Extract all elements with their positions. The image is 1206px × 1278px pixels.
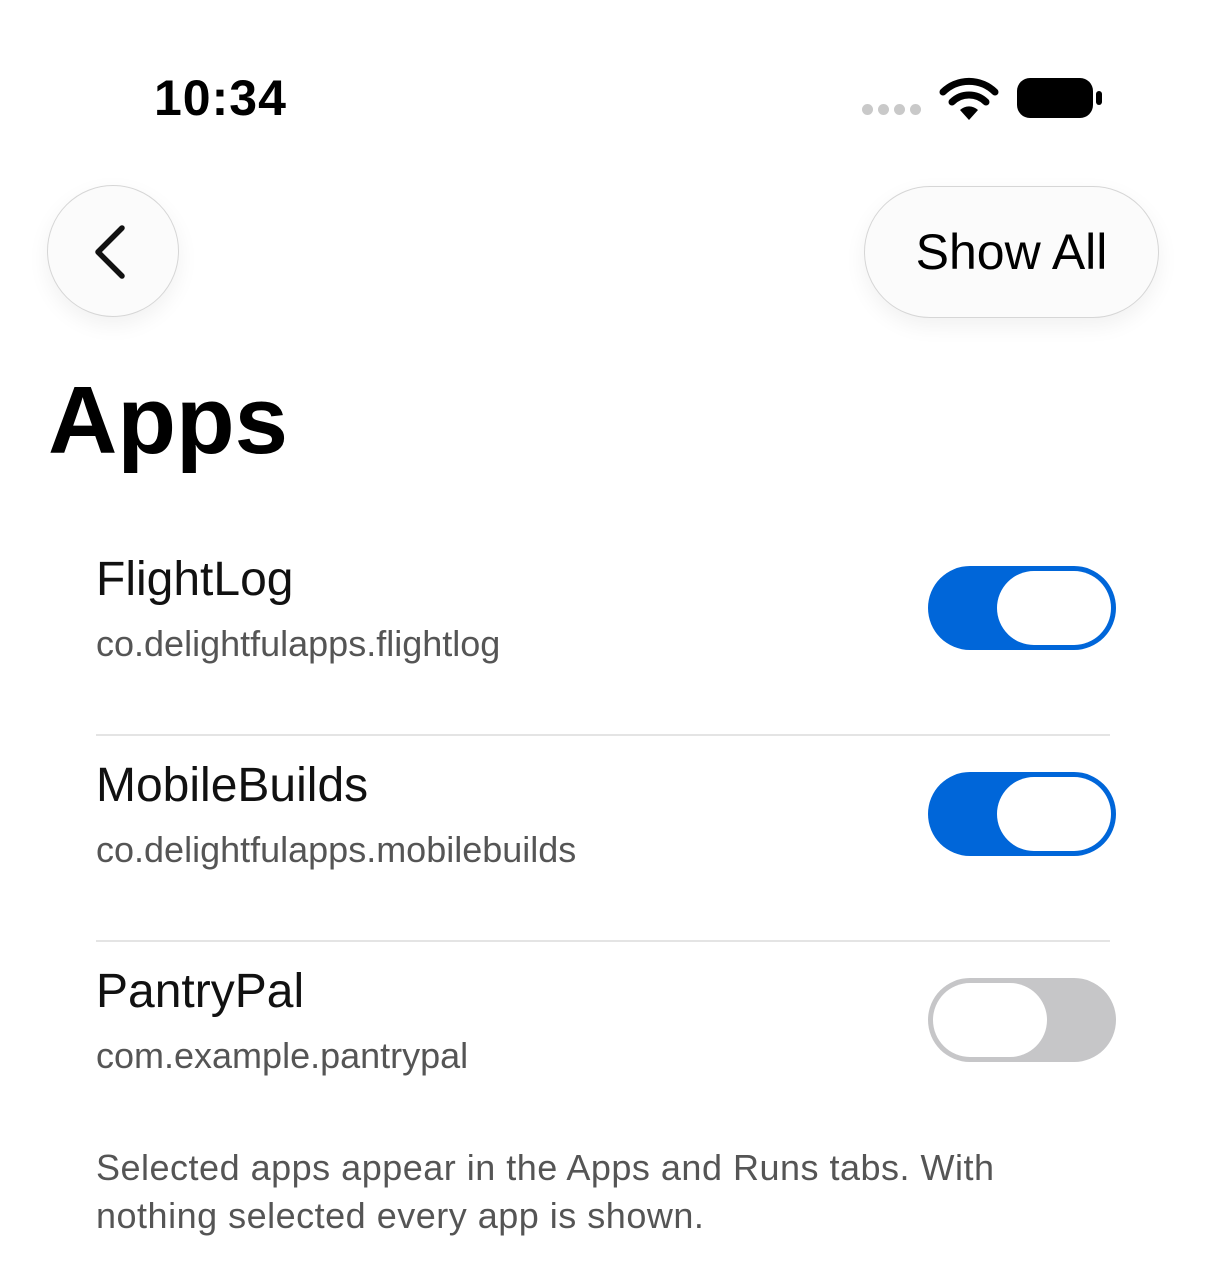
chevron-left-icon xyxy=(95,225,125,279)
app-row-flightlog: FlightLog co.delightfulapps.flightlog xyxy=(96,530,1116,736)
toggle-mobilebuilds[interactable] xyxy=(928,772,1116,856)
back-button[interactable] xyxy=(47,185,179,317)
signal-dots-icon xyxy=(862,104,921,115)
app-bundle-id: co.delightfulapps.mobilebuilds xyxy=(96,829,577,870)
toggle-flightlog[interactable] xyxy=(928,566,1116,650)
status-time: 10:34 xyxy=(154,70,287,126)
app-name: MobileBuilds xyxy=(96,759,369,812)
app-row-pantrypal: PantryPal com.example.pantrypal xyxy=(96,942,1116,1148)
page-title: Apps xyxy=(48,367,288,474)
app-bundle-id: com.example.pantrypal xyxy=(96,1035,469,1076)
app-list: FlightLog co.delightfulapps.flightlog Mo… xyxy=(96,530,1116,1148)
status-bar: 10:34 xyxy=(0,0,1206,160)
app-row-mobilebuilds: MobileBuilds co.delightfulapps.mobilebui… xyxy=(96,736,1116,942)
toggle-pantrypal[interactable] xyxy=(928,978,1116,1062)
app-bundle-id: co.delightfulapps.flightlog xyxy=(96,623,501,664)
toggle-knob xyxy=(933,983,1047,1057)
app-name: FlightLog xyxy=(96,553,294,606)
app-name: PantryPal xyxy=(96,965,305,1018)
toggle-knob xyxy=(997,571,1111,645)
battery-icon xyxy=(1017,78,1102,118)
show-all-button[interactable]: Show All xyxy=(864,186,1159,318)
footer-note: Selected apps appear in the Apps and Run… xyxy=(96,1147,995,1236)
toggle-knob xyxy=(997,777,1111,851)
wifi-icon xyxy=(939,77,999,120)
